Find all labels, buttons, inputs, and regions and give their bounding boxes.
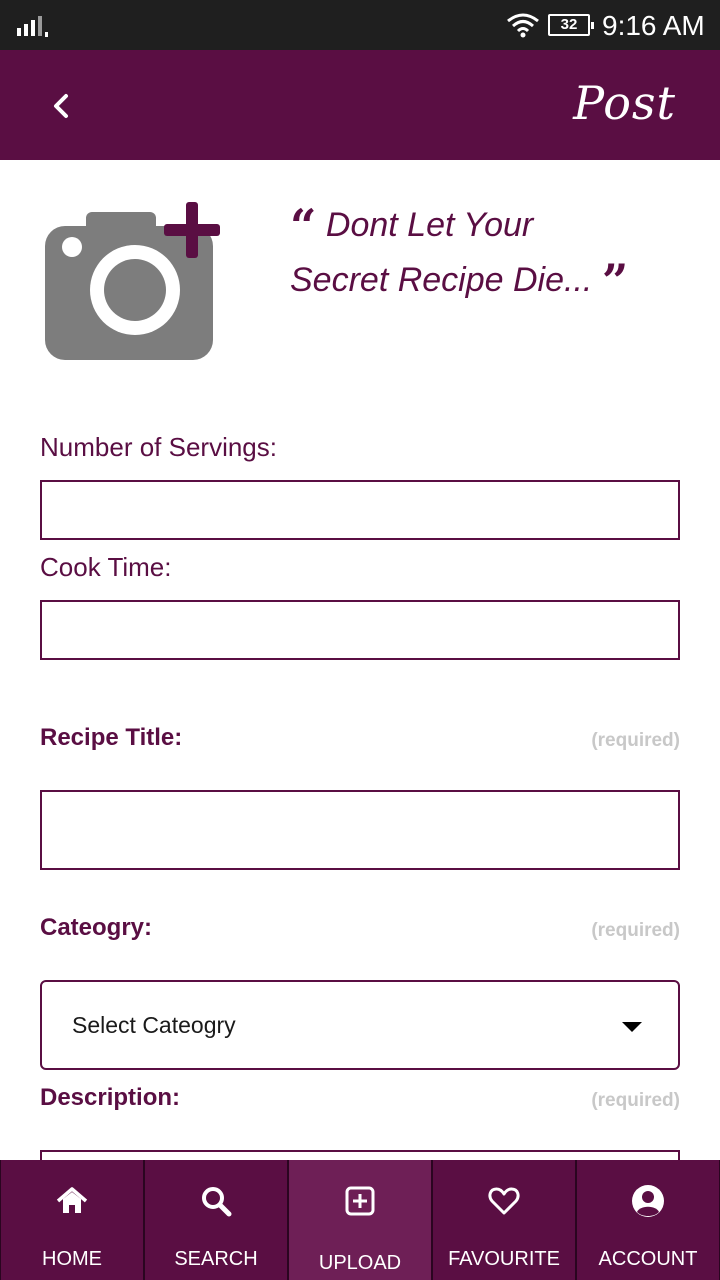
wifi-icon	[507, 13, 539, 38]
close-quote-icon: ”	[601, 254, 629, 308]
recipe-title-label: Recipe Title:	[40, 724, 183, 751]
cook-time-input[interactable]	[40, 600, 680, 660]
servings-input[interactable]	[40, 480, 680, 540]
description-required: (required)	[591, 1090, 680, 1111]
heart-icon	[488, 1187, 520, 1215]
tagline-quote: “ Dont Let Your Secret Recipe Die... ”	[290, 198, 690, 308]
battery-icon: 32	[548, 14, 594, 36]
category-label: Cateogry:	[40, 914, 153, 941]
bottom-nav: HOME SEARCH UPLOAD FAVOURITE ACCOUNT	[0, 1160, 720, 1280]
signal-icon	[17, 16, 48, 37]
quote-line-1: Dont Let Your	[325, 206, 534, 244]
nav-account-label: ACCOUNT	[598, 1248, 698, 1270]
servings-label: Number of Servings:	[40, 432, 277, 462]
add-square-icon	[345, 1186, 375, 1216]
cook-time-label: Cook Time:	[40, 552, 172, 582]
nav-search[interactable]: SEARCH	[144, 1160, 288, 1280]
dropdown-arrow-icon	[622, 1022, 642, 1032]
quote-line-2: Secret Recipe Die...	[290, 261, 593, 299]
account-icon	[632, 1185, 664, 1217]
nav-home[interactable]: HOME	[0, 1160, 144, 1280]
add-photo-camera-icon[interactable]	[40, 200, 224, 364]
description-label: Description:	[40, 1084, 181, 1111]
nav-favourite-label: FAVOURITE	[448, 1248, 560, 1270]
battery-level: 32	[560, 16, 578, 33]
back-icon[interactable]	[46, 88, 78, 124]
category-select[interactable]: Select Cateogry	[40, 980, 680, 1070]
home-icon	[56, 1187, 88, 1213]
recipe-title-input[interactable]	[40, 790, 680, 870]
app-bar: Post	[0, 50, 720, 160]
nav-upload-label: UPLOAD	[318, 1252, 402, 1274]
category-selected-value: Select Cateogry	[72, 1012, 236, 1038]
category-required: (required)	[591, 920, 680, 941]
nav-favourite[interactable]: FAVOURITE	[432, 1160, 576, 1280]
clock: 9:16 AM	[602, 10, 705, 41]
nav-account[interactable]: ACCOUNT	[576, 1160, 720, 1280]
open-quote-icon: “	[290, 199, 317, 253]
search-icon	[202, 1187, 232, 1217]
status-bar: 32 9:16 AM	[0, 0, 720, 50]
nav-search-label: SEARCH	[174, 1248, 258, 1270]
nav-upload[interactable]: UPLOAD	[288, 1160, 432, 1280]
recipe-title-required: (required)	[591, 730, 680, 751]
post-button[interactable]: Post	[573, 76, 676, 130]
nav-home-label: HOME	[42, 1248, 102, 1270]
